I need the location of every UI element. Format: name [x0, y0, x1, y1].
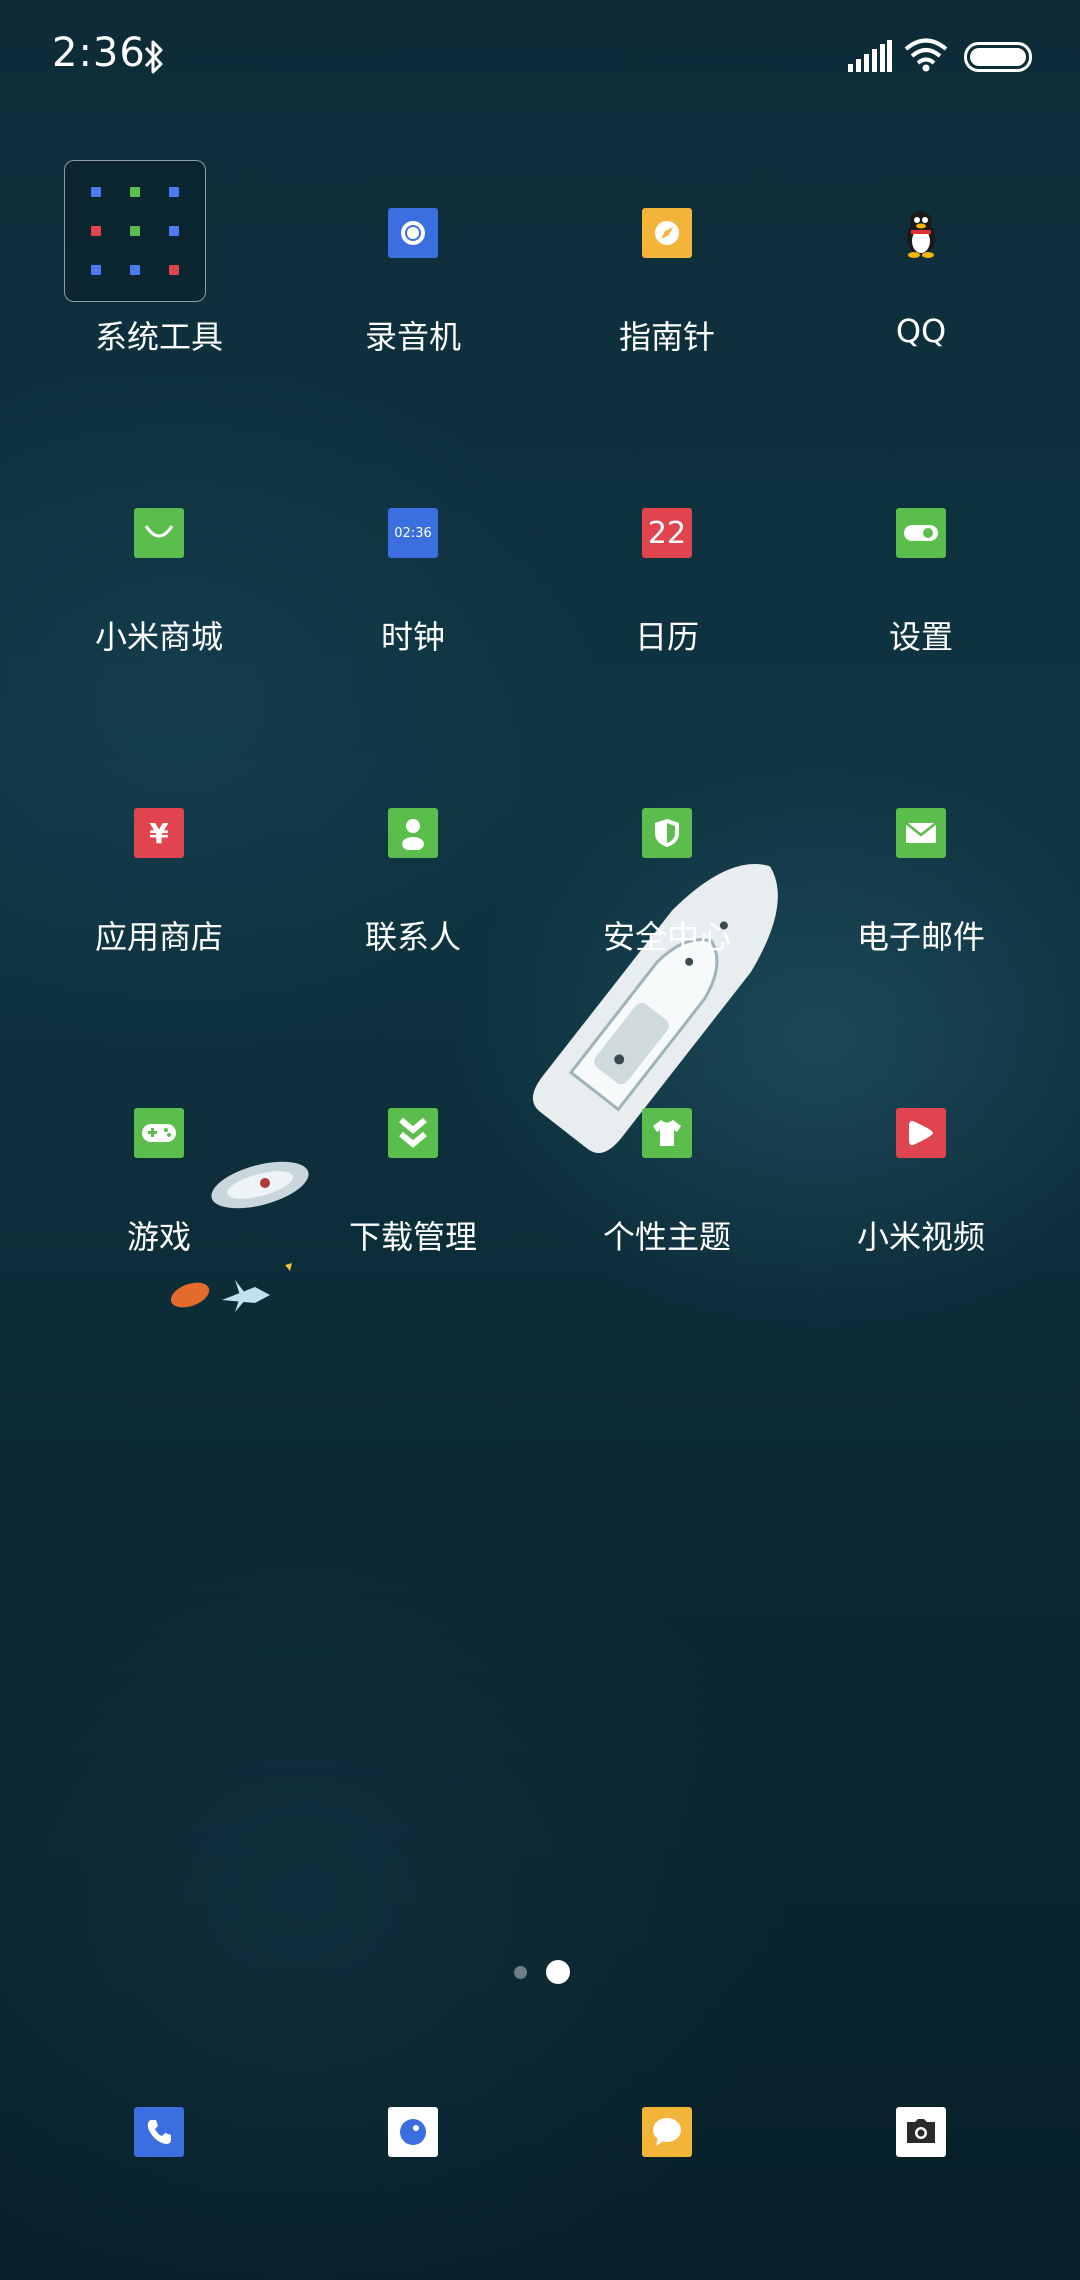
- app-system-tools-folder[interactable]: 系统工具: [32, 160, 286, 420]
- folder-mini-app-icon: [130, 187, 140, 197]
- app-label: 指南针: [618, 318, 715, 356]
- play-icon: [896, 1108, 946, 1158]
- shopping-bag-icon: [134, 508, 184, 558]
- compass-icon: [642, 208, 692, 258]
- shield-icon: [642, 808, 692, 858]
- app-contacts[interactable]: 联系人: [286, 760, 540, 1020]
- message-icon: [642, 2107, 692, 2157]
- battery-icon: [964, 42, 1032, 72]
- app-download-manager[interactable]: 下载管理: [286, 1060, 540, 1320]
- app-label: 时钟: [380, 618, 445, 656]
- app-label: 日历: [634, 618, 699, 656]
- folder-mini-app-icon: [130, 265, 140, 275]
- status-bar: 2:36: [0, 0, 1080, 120]
- app-label: 小米商城: [94, 618, 223, 656]
- app-label: 游戏: [126, 1218, 191, 1256]
- yuan-icon: ¥: [134, 808, 184, 858]
- qq-penguin-icon: [896, 208, 946, 258]
- app-label: 录音机: [364, 318, 461, 356]
- browser-icon: [388, 2107, 438, 2157]
- app-label: 系统工具: [94, 318, 223, 356]
- app-mi-store[interactable]: 小米商城: [32, 460, 286, 720]
- app-label: 电子邮件: [856, 918, 985, 956]
- clock-icon: 02:36: [388, 508, 438, 558]
- folder-icon: [64, 160, 206, 302]
- app-label: 联系人: [364, 918, 461, 956]
- phone-icon: [134, 2107, 184, 2157]
- folder-mini-app-icon: [91, 226, 101, 236]
- page-indicator[interactable]: [0, 1958, 1080, 1988]
- calendar-icon: 22: [642, 508, 692, 558]
- app-app-store[interactable]: ¥ 应用商店: [32, 760, 286, 1020]
- app-compass[interactable]: 指南针: [540, 160, 794, 420]
- dock-phone[interactable]: [32, 2107, 286, 2167]
- app-recorder[interactable]: 录音机: [286, 160, 540, 420]
- app-label: 设置: [888, 618, 953, 656]
- dock-messages[interactable]: [540, 2107, 794, 2167]
- camera-icon: [896, 2107, 946, 2157]
- folder-mini-app-icon: [91, 187, 101, 197]
- settings-toggle-icon: [896, 508, 946, 558]
- dock-browser[interactable]: [286, 2107, 540, 2167]
- folder-mini-app-icon: [130, 226, 140, 236]
- page-dot-inactive[interactable]: [514, 1966, 527, 1979]
- app-calendar[interactable]: 22 日历: [540, 460, 794, 720]
- app-label: 下载管理: [348, 1218, 477, 1256]
- folder-mini-app-icon: [91, 265, 101, 275]
- folder-mini-app-icon: [169, 226, 179, 236]
- app-label: QQ: [895, 312, 947, 350]
- app-qq[interactable]: QQ: [794, 160, 1048, 420]
- folder-mini-app-icon: [169, 265, 179, 275]
- signal-icon: [848, 40, 892, 72]
- app-label: 个性主题: [602, 1218, 731, 1256]
- app-label: 应用商店: [94, 918, 223, 956]
- page-dot-active[interactable]: [546, 1960, 570, 1984]
- bluetooth-icon: [144, 40, 163, 74]
- app-clock[interactable]: 02:36 时钟: [286, 460, 540, 720]
- folder-mini-app-icon: [169, 187, 179, 197]
- app-games[interactable]: 游戏: [32, 1060, 286, 1320]
- app-settings[interactable]: 设置: [794, 460, 1048, 720]
- gamepad-icon: [134, 1108, 184, 1158]
- app-label: 安全中心: [602, 918, 731, 956]
- app-security-center[interactable]: 安全中心: [540, 760, 794, 1020]
- dock-camera[interactable]: [794, 2107, 1048, 2167]
- tshirt-icon: [642, 1108, 692, 1158]
- app-mi-video[interactable]: 小米视频: [794, 1060, 1048, 1320]
- person-icon: [388, 808, 438, 858]
- app-themes[interactable]: 个性主题: [540, 1060, 794, 1320]
- app-label: 小米视频: [856, 1218, 985, 1256]
- download-icon: [388, 1108, 438, 1158]
- recorder-icon: [388, 208, 438, 258]
- envelope-icon: [896, 808, 946, 858]
- app-email[interactable]: 电子邮件: [794, 760, 1048, 1020]
- wifi-icon: [904, 38, 948, 72]
- status-time: 2:36: [52, 30, 146, 76]
